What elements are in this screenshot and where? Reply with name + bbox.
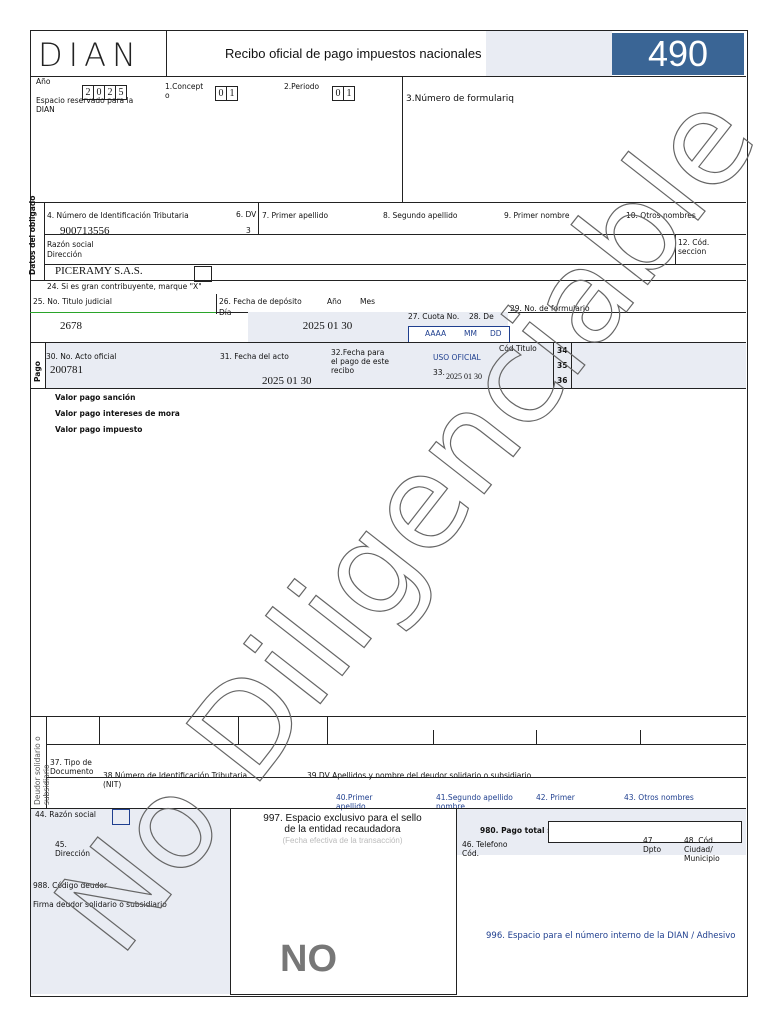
watermark: No Diligenciable [26,66,768,979]
dian-form-490: DIAN Recibo oficial de pago impuestos na… [0,0,768,1024]
watermark-text: No Diligenciable [27,67,768,979]
